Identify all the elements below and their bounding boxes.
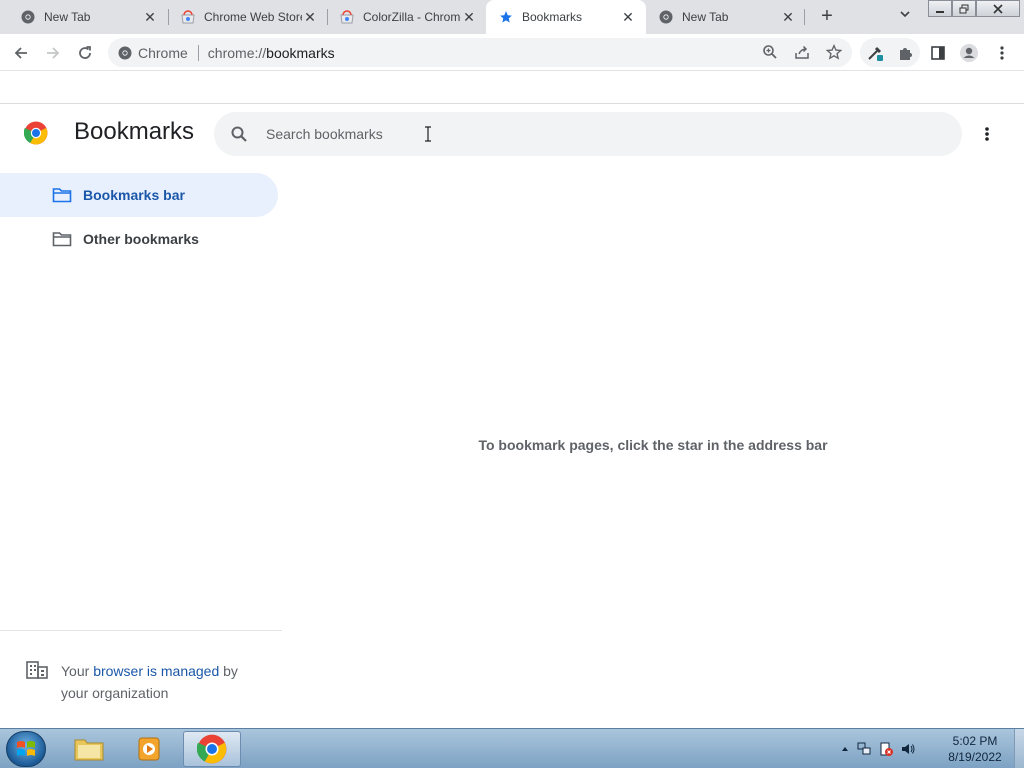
tab-new-tab-2[interactable]: New Tab ✕ — [646, 0, 806, 34]
tab-separator — [804, 9, 805, 25]
folder-icon — [52, 186, 74, 204]
back-button[interactable] — [8, 40, 34, 66]
close-icon — [993, 3, 1003, 14]
chevron-down-icon — [900, 11, 910, 18]
extensions-button[interactable] — [893, 40, 919, 66]
taskbar-chrome[interactable] — [183, 731, 241, 767]
taskbar-media-player[interactable] — [121, 731, 179, 767]
zoom-icon — [763, 45, 777, 59]
clock-date: 8/19/2022 — [948, 750, 1002, 764]
sidebar-item-label: Bookmarks bar — [83, 187, 185, 203]
browser-managed-link[interactable]: browser is managed — [93, 663, 219, 679]
chrome-menu-button[interactable] — [989, 40, 1015, 66]
managed-notice: Your browser is managed by your organiza… — [0, 630, 282, 728]
search-icon — [231, 126, 247, 142]
system-clock[interactable]: 5:02 PM 8/19/2022 — [940, 733, 1010, 765]
windows-logo-icon — [17, 741, 35, 756]
bookmark-star-button[interactable] — [822, 40, 846, 64]
tab-title: New Tab — [682, 10, 729, 24]
tab-chrome-web-store[interactable]: Chrome Web Store ✕ — [160, 0, 328, 34]
tab-bookmarks[interactable]: Bookmarks ✕ — [486, 0, 646, 34]
new-tab-button[interactable]: + — [816, 6, 838, 28]
share-button[interactable] — [790, 40, 814, 64]
volume-icon[interactable] — [900, 741, 916, 757]
webstore-icon — [339, 9, 355, 25]
eyedropper-icon — [868, 46, 883, 61]
folder-icon — [52, 230, 74, 248]
text-cursor-icon — [425, 126, 431, 142]
puzzle-icon — [900, 48, 912, 60]
sidebar-item-label: Other bookmarks — [83, 231, 199, 247]
page-title: Bookmarks — [74, 118, 195, 145]
forward-button[interactable] — [40, 40, 66, 66]
search-bookmarks-box[interactable] — [214, 112, 962, 156]
close-icon[interactable]: ✕ — [302, 9, 318, 25]
side-panel-button[interactable] — [925, 40, 951, 66]
tab-search-button[interactable] — [894, 7, 916, 27]
star-icon — [498, 9, 514, 25]
omnibox-divider — [197, 44, 199, 61]
close-icon[interactable]: ✕ — [620, 9, 636, 25]
more-vertical-icon — [985, 127, 989, 141]
taskbar-explorer[interactable] — [60, 731, 118, 767]
tab-title: New Tab — [44, 10, 91, 24]
webstore-icon — [180, 9, 196, 25]
address-bar[interactable]: Chrome chrome://bookmarks — [108, 38, 852, 67]
clock-time: 5:02 PM — [952, 734, 998, 748]
arrow-left-icon — [14, 47, 27, 59]
minimize-button[interactable] — [928, 0, 952, 17]
building-icon — [26, 661, 48, 679]
chrome-icon — [197, 734, 227, 764]
chrome-icon — [658, 9, 674, 25]
restore-button[interactable] — [952, 0, 976, 17]
chrome-icon — [118, 46, 132, 59]
managed-prefix: Your — [61, 663, 94, 679]
tab-title: Bookmarks — [522, 10, 583, 24]
chrome-logo-icon — [23, 121, 48, 145]
url-host: bookmarks — [266, 44, 335, 61]
tab-new-tab-1[interactable]: New Tab ✕ — [0, 0, 168, 34]
profile-button[interactable] — [956, 40, 982, 66]
search-input[interactable] — [266, 126, 906, 142]
folder-icon — [74, 739, 104, 761]
sidebar-item-bookmarks-bar[interactable]: Bookmarks bar — [0, 173, 278, 217]
close-icon[interactable]: ✕ — [780, 9, 796, 25]
star-icon — [826, 44, 842, 60]
sidebar-item-other-bookmarks[interactable]: Other bookmarks — [0, 217, 278, 261]
zoom-button[interactable] — [758, 40, 782, 64]
side-panel-icon — [931, 46, 945, 60]
windows-taskbar: 5:02 PM 8/19/2022 — [0, 728, 1024, 768]
close-icon[interactable]: ✕ — [461, 9, 477, 25]
url-scheme: chrome:// — [207, 44, 267, 61]
action-center-icon[interactable] — [878, 741, 894, 757]
colorzilla-extension-button[interactable] — [862, 40, 888, 66]
tab-title: Chrome Web Store — [204, 10, 302, 24]
tab-strip: New Tab ✕ Chrome Web Store ✕ ColorZilla … — [0, 0, 1024, 34]
tab-title: ColorZilla - Chrome — [363, 10, 461, 24]
reload-icon — [79, 46, 91, 59]
reload-button[interactable] — [72, 40, 98, 66]
managed-text: Your browser is managed by your organiza… — [61, 660, 261, 704]
chevron-up-icon[interactable] — [840, 744, 850, 754]
minimize-icon — [936, 10, 944, 13]
more-vertical-icon — [1000, 46, 1004, 60]
system-tray — [840, 735, 916, 763]
show-desktop-button[interactable] — [1014, 729, 1024, 768]
browser-toolbar: Chrome chrome://bookmarks — [0, 34, 1024, 71]
site-chip: Chrome — [138, 44, 188, 61]
start-button[interactable] — [6, 731, 46, 767]
arrow-right-icon — [47, 47, 60, 59]
restore-icon — [959, 4, 969, 13]
chrome-icon — [20, 9, 36, 25]
empty-state-message: To bookmark pages, click the star in the… — [478, 437, 828, 453]
close-icon[interactable]: ✕ — [142, 9, 158, 25]
network-icon[interactable] — [856, 741, 872, 757]
window-close-button[interactable] — [976, 0, 1020, 17]
share-icon — [795, 45, 809, 59]
bookmarks-sidebar: Bookmarks bar Other bookmarks — [0, 165, 282, 630]
avatar-icon — [960, 44, 978, 62]
media-player-icon — [138, 737, 160, 761]
organize-menu-button[interactable] — [976, 122, 998, 146]
tab-colorzilla[interactable]: ColorZilla - Chrome ✕ — [319, 0, 487, 34]
